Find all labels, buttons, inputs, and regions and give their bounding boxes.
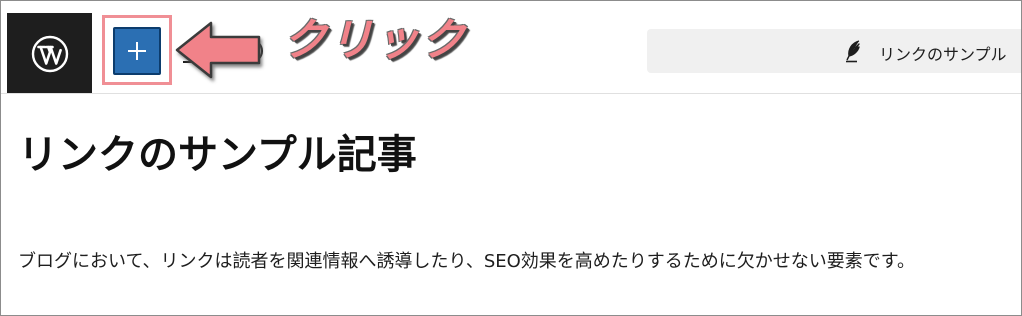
feather-icon [846,40,860,63]
document-title-bar[interactable]: リンクのサンプル [647,29,1021,73]
pointer-arrow-icon [175,21,261,79]
block-inserter-button[interactable] [113,27,161,75]
document-title-text: リンクのサンプル [879,45,1007,64]
editor-window: クリック リンクのサンプル リンクのサンプル記事 ブログにおいて、リンクは読者を… [0,0,1022,316]
post-title[interactable]: リンクのサンプル記事 [18,131,417,179]
paragraph-block[interactable]: ブログにおいて、リンクは読者を関連情報へ誘導したり、SEO効果を高めたりするため… [18,247,915,273]
click-annotation-label: クリック [283,15,467,66]
wordpress-logo-icon [31,35,69,73]
editor-toolbar: クリック リンクのサンプル [1,1,1021,94]
wordpress-logo-button[interactable] [7,13,92,93]
